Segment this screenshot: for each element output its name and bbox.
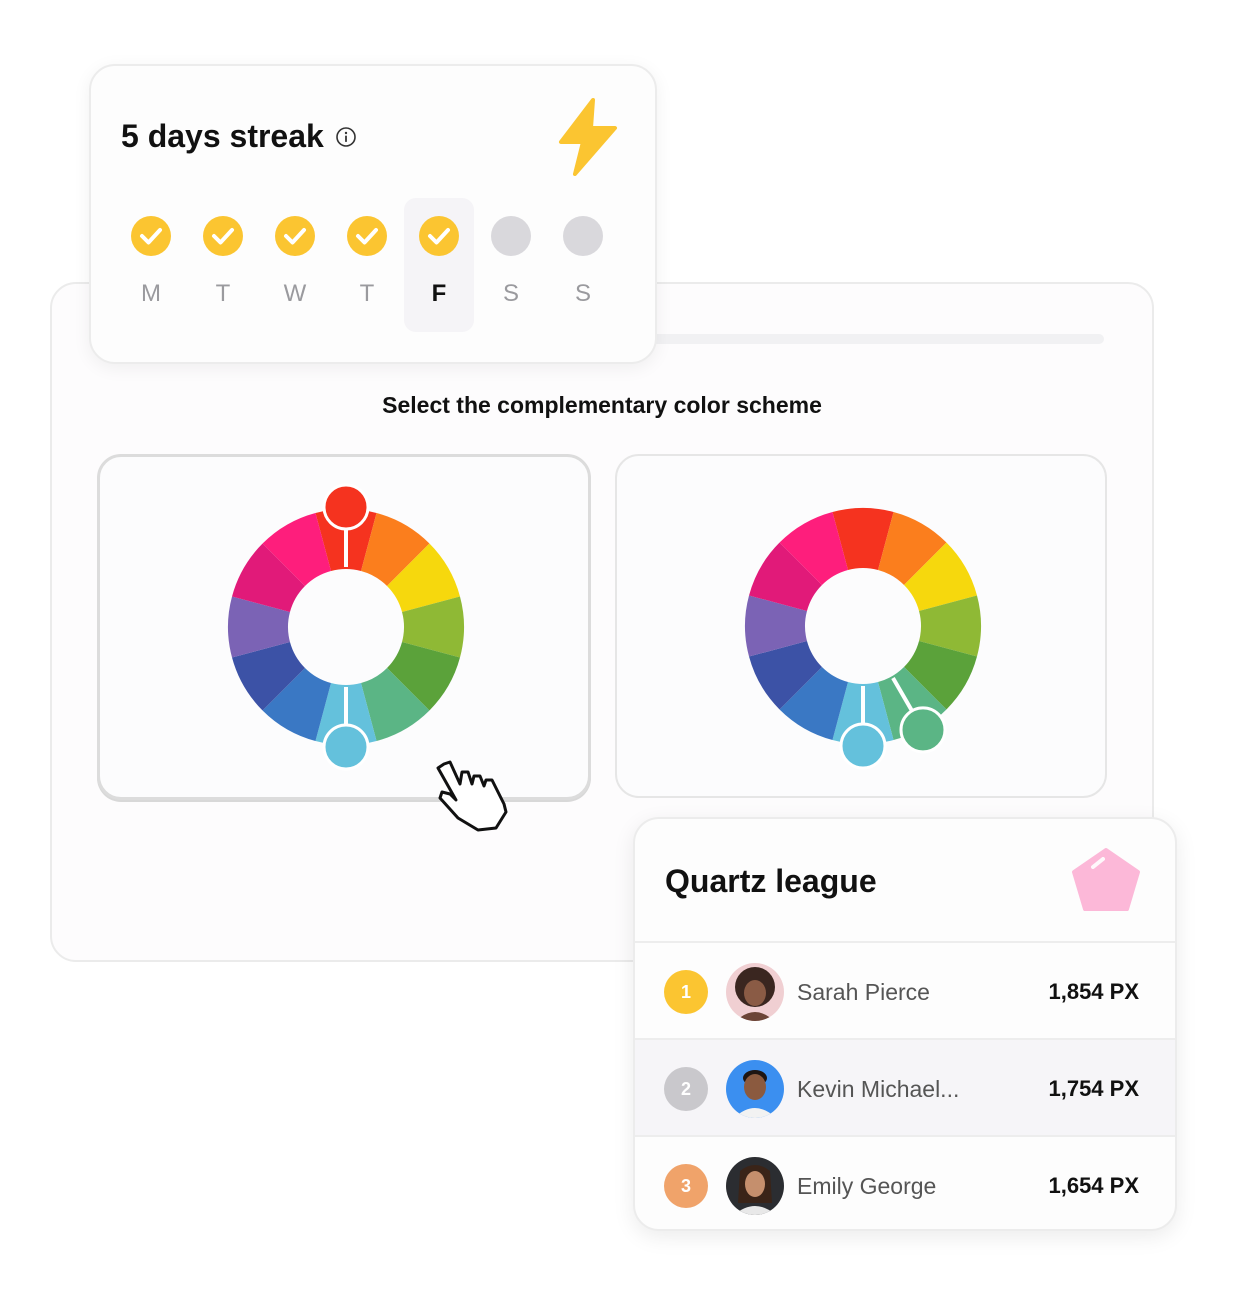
streak-title: 5 days streak bbox=[121, 118, 324, 154]
quartz-gem-icon bbox=[1072, 848, 1140, 911]
lightning-bolt-icon bbox=[559, 98, 617, 176]
check-icon bbox=[203, 216, 243, 256]
streak-day-3: W bbox=[260, 198, 330, 332]
color-marker bbox=[322, 723, 370, 771]
streak-day-5: F bbox=[404, 198, 474, 332]
empty-day-icon bbox=[491, 216, 531, 256]
rank-badge: 2 bbox=[664, 1067, 708, 1111]
leaderboard-row[interactable]: 1 Sarah Pierce 1,854 PX bbox=[635, 941, 1175, 1039]
streak-day-4: T bbox=[332, 198, 402, 332]
hand-pointer-icon bbox=[436, 760, 508, 832]
empty-day-icon bbox=[563, 216, 603, 256]
progress-bar bbox=[652, 334, 1104, 344]
check-icon bbox=[347, 216, 387, 256]
streak-day-6: S bbox=[476, 198, 546, 332]
avatar bbox=[726, 1157, 784, 1215]
league-title: Quartz league bbox=[665, 863, 877, 899]
question-text: Select the complementary color scheme bbox=[382, 392, 822, 418]
color-wheel-b bbox=[745, 508, 981, 770]
avatar bbox=[726, 1060, 784, 1118]
color-marker bbox=[322, 483, 370, 531]
color-marker bbox=[899, 706, 947, 754]
option-complementary-scheme[interactable] bbox=[97, 454, 591, 800]
check-icon bbox=[275, 216, 315, 256]
player-points: 1,754 PX bbox=[1048, 1076, 1139, 1101]
streak-day-1: M bbox=[116, 198, 186, 332]
streak-card: 5 days streak M T W T F S S bbox=[89, 64, 657, 364]
streak-day-7: S bbox=[548, 198, 618, 332]
streak-day-label: T bbox=[359, 280, 375, 307]
streak-day-label: M bbox=[141, 280, 161, 307]
leaderboard-row[interactable]: 3 Emily George 1,654 PX bbox=[635, 1135, 1175, 1229]
rank-badge: 1 bbox=[664, 970, 708, 1014]
streak-days: MTWTFSS bbox=[116, 198, 620, 334]
leaderboard-row[interactable]: 2 Kevin Michael... 1,754 PX bbox=[635, 1038, 1175, 1136]
avatar bbox=[726, 963, 784, 1021]
check-icon bbox=[131, 216, 171, 256]
player-points: 1,654 PX bbox=[1048, 1173, 1139, 1198]
player-name: Kevin Michael... bbox=[797, 1076, 960, 1102]
player-name: Emily George bbox=[797, 1173, 937, 1199]
streak-day-label: T bbox=[215, 280, 231, 307]
rank-badge: 3 bbox=[664, 1164, 708, 1208]
streak-day-label: W bbox=[283, 280, 307, 307]
streak-day-label: S bbox=[574, 280, 591, 307]
check-icon bbox=[419, 216, 459, 256]
color-wheel-a bbox=[228, 483, 464, 771]
option-split-scheme[interactable] bbox=[615, 454, 1107, 798]
info-icon[interactable] bbox=[336, 126, 356, 147]
streak-day-2: T bbox=[188, 198, 258, 332]
color-marker bbox=[839, 722, 887, 770]
streak-day-label: F bbox=[431, 280, 447, 307]
player-points: 1,854 PX bbox=[1048, 979, 1139, 1004]
league-card: Quartz league 1 Sarah Pierce 1,854 PX 2 Kevi… bbox=[633, 817, 1177, 1231]
player-name: Sarah Pierce bbox=[797, 979, 930, 1005]
streak-day-label: S bbox=[502, 280, 519, 307]
